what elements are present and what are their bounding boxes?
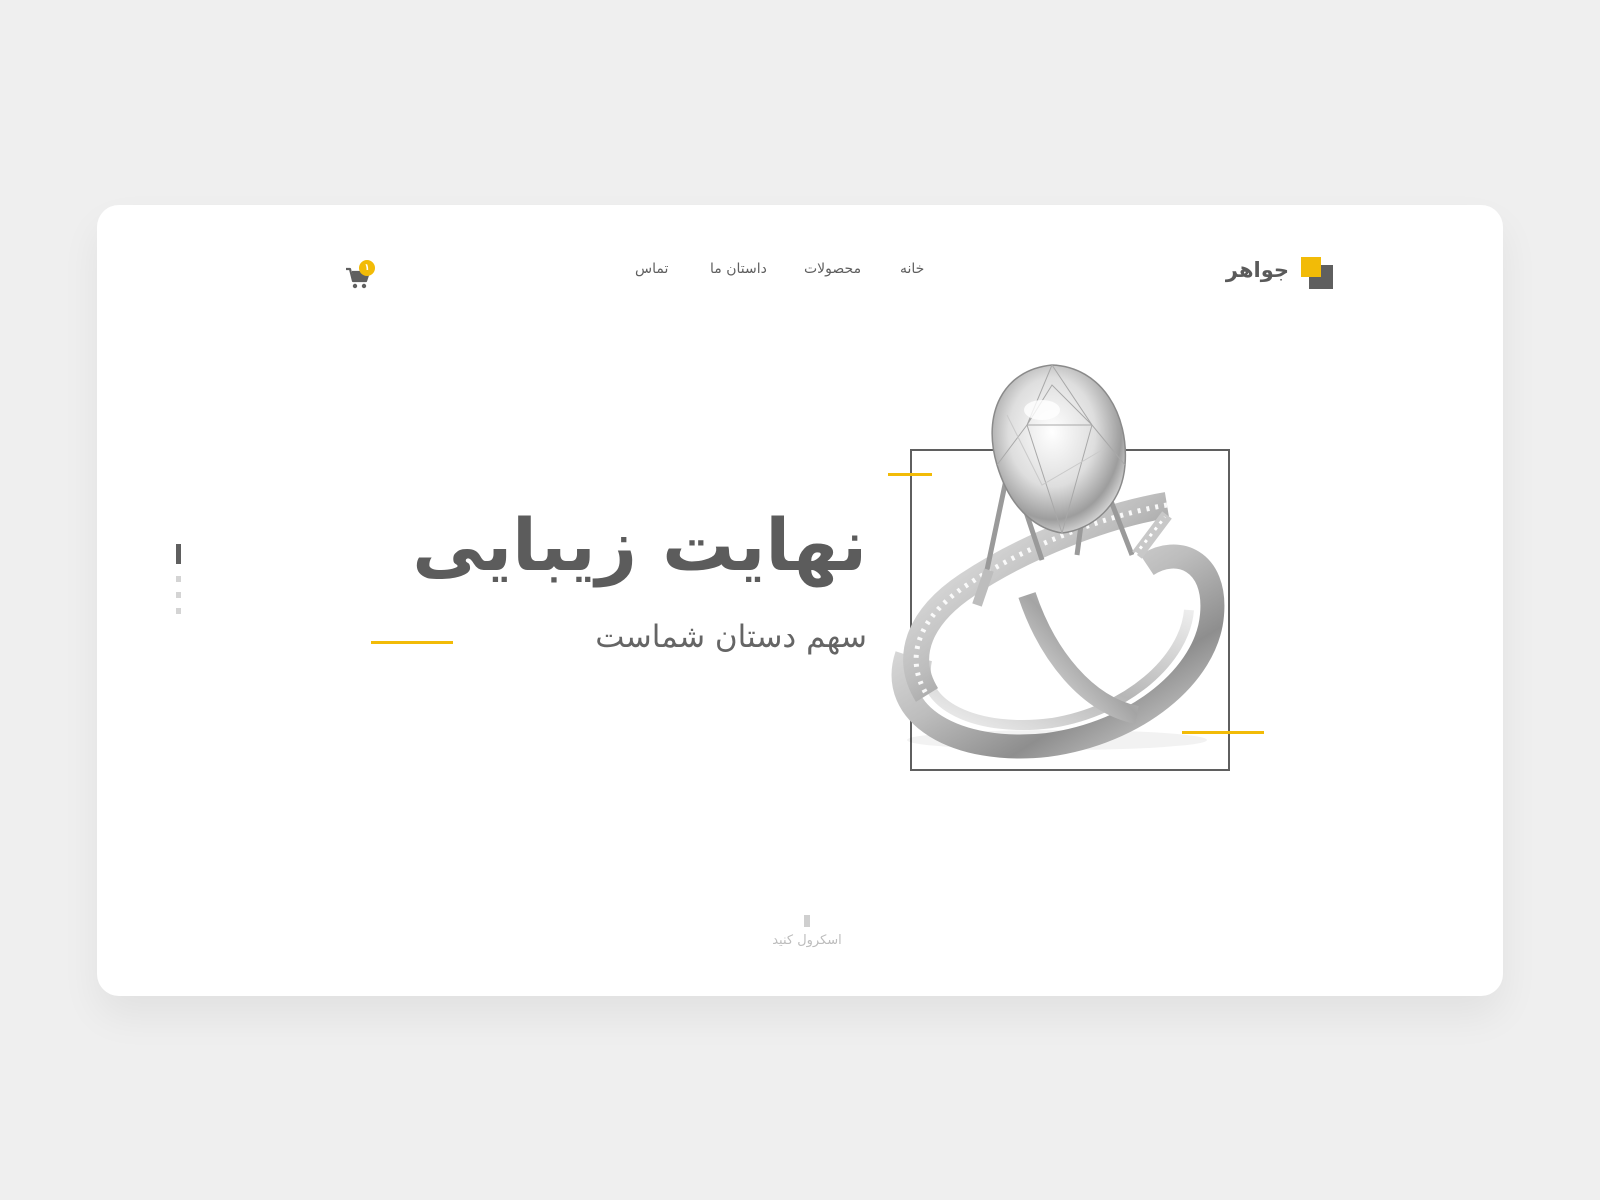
scroll-hint[interactable]: اسکرول کنید [737,915,877,965]
main-card: جواهر خانه محصولات داستان ما تماس ۱ نهای… [97,205,1503,996]
hero-subtitle: سهم دستان شماست [595,619,867,655]
cart-button[interactable]: ۱ [345,260,377,290]
nav-item-our-story[interactable]: داستان ما [710,261,767,277]
slide-indicator-dot[interactable] [176,576,181,582]
nav-item-contact[interactable]: تماس [635,261,668,277]
scroll-indicator-icon [804,915,810,927]
site-header: جواهر خانه محصولات داستان ما تماس ۱ [97,205,1503,315]
slide-indicator-dot[interactable] [176,608,181,614]
hero-title: نهایت زیبایی [412,503,867,587]
cart-count-badge: ۱ [359,260,375,276]
nav-item-products[interactable]: محصولات [804,261,861,277]
nav-item-home[interactable]: خانه [900,261,924,277]
main-nav: خانه محصولات داستان ما تماس [97,261,1503,285]
subtitle-accent-line [371,641,453,644]
scroll-label: اسکرول کنید [772,933,842,948]
slide-indicator-dot[interactable] [176,592,181,598]
slide-indicator-active[interactable] [176,544,181,564]
slide-indicator [176,544,182,616]
diamond-ring-image [891,363,1225,759]
